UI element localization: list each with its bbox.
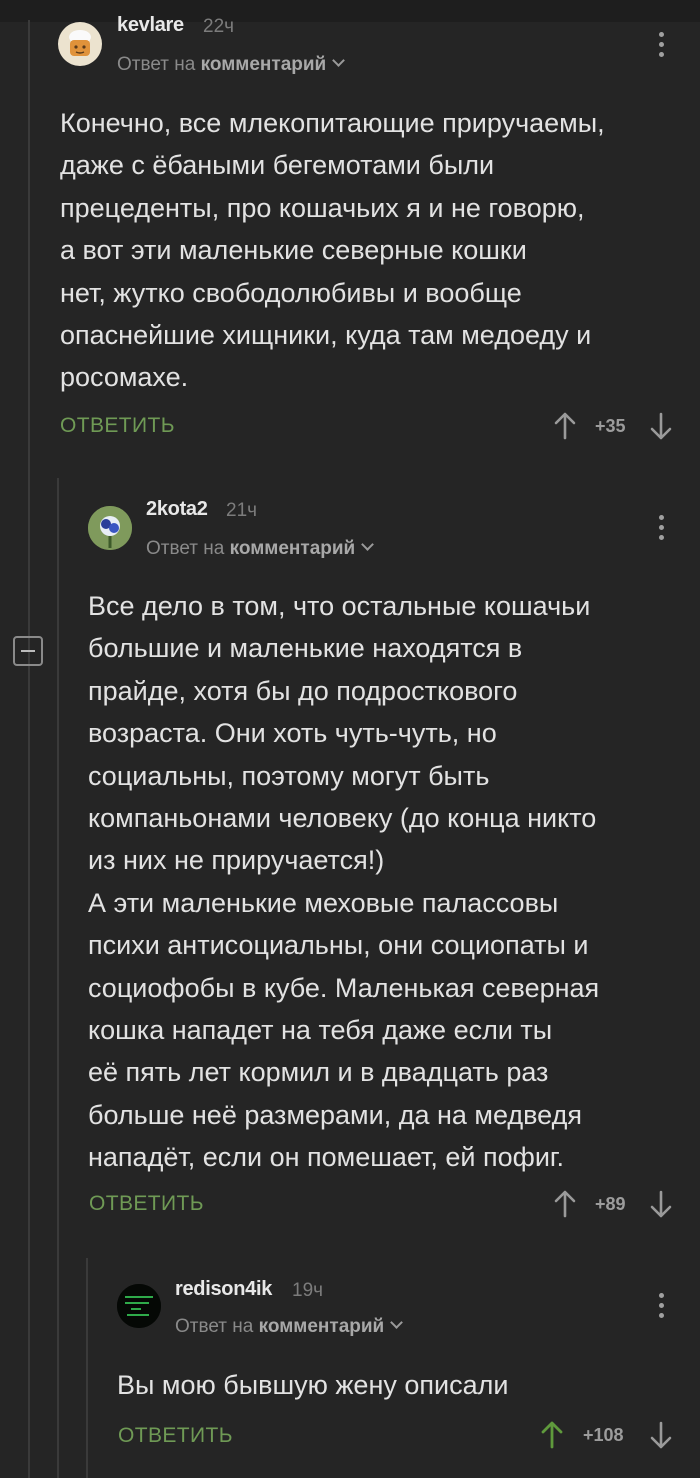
thread-line-level-2[interactable] — [57, 478, 59, 1478]
reply-button[interactable]: ОТВЕТИТЬ — [89, 1192, 204, 1216]
more-options-icon[interactable] — [659, 32, 665, 62]
reply-to-target[interactable]: комментарий — [230, 538, 356, 559]
comment-time: 19ч — [292, 1280, 324, 1301]
upvote-arrow-icon[interactable] — [541, 1421, 563, 1449]
more-options-icon[interactable] — [659, 1293, 665, 1323]
comment-time: 21ч — [226, 500, 258, 521]
more-options-icon[interactable] — [659, 515, 665, 545]
upvote-arrow-icon[interactable] — [554, 1190, 576, 1218]
username[interactable]: redison4ik — [175, 1278, 272, 1301]
downvote-arrow-icon[interactable] — [650, 1421, 672, 1449]
username[interactable]: kevlare — [117, 14, 184, 37]
reply-to-target[interactable]: комментарий — [259, 1316, 385, 1337]
reply-to-link[interactable]: Ответ на комментарий — [146, 538, 375, 560]
upvote-arrow-icon[interactable] — [554, 412, 576, 440]
top-bar-shade — [0, 0, 700, 22]
collapse-thread-button[interactable] — [13, 636, 43, 666]
comment-time: 22ч — [203, 16, 235, 37]
reply-to-prefix: Ответ на — [117, 54, 196, 75]
avatar[interactable] — [58, 22, 102, 66]
comment-text: Конечно, все млекопитающие приручаемы, д… — [60, 108, 605, 393]
rating-score: +89 — [595, 1194, 626, 1214]
reply-button[interactable]: ОТВЕТИТЬ — [60, 414, 175, 438]
thread-line-level-1[interactable] — [28, 20, 30, 1478]
thread-line-level-3[interactable] — [86, 1258, 88, 1478]
avatar[interactable] — [117, 1284, 161, 1328]
matrix-avatar-icon — [117, 1284, 161, 1328]
reply-to-prefix: Ответ на — [175, 1316, 254, 1337]
comment-text: Вы мою бывшую жену описали — [117, 1370, 509, 1400]
chevron-down-icon — [390, 1316, 404, 1329]
rating-score: +35 — [595, 416, 626, 436]
reply-to-prefix: Ответ на — [146, 538, 225, 559]
chevron-down-icon — [361, 538, 375, 551]
reply-to-target[interactable]: комментарий — [201, 54, 327, 75]
reply-button[interactable]: ОТВЕТИТЬ — [118, 1424, 233, 1448]
avatar[interactable] — [88, 506, 132, 550]
comment-text: Все дело в том, что остальные кошачьи бо… — [88, 591, 600, 1173]
username[interactable]: 2kota2 — [146, 498, 208, 521]
flower-avatar-icon — [88, 506, 132, 550]
chef-avatar-icon — [69, 30, 91, 56]
downvote-arrow-icon[interactable] — [650, 412, 672, 440]
reply-to-link[interactable]: Ответ на комментарий — [175, 1316, 404, 1338]
rating-score: +108 — [583, 1425, 624, 1445]
chevron-down-icon — [332, 54, 346, 67]
downvote-arrow-icon[interactable] — [650, 1190, 672, 1218]
reply-to-link[interactable]: Ответ на комментарий — [117, 54, 346, 76]
